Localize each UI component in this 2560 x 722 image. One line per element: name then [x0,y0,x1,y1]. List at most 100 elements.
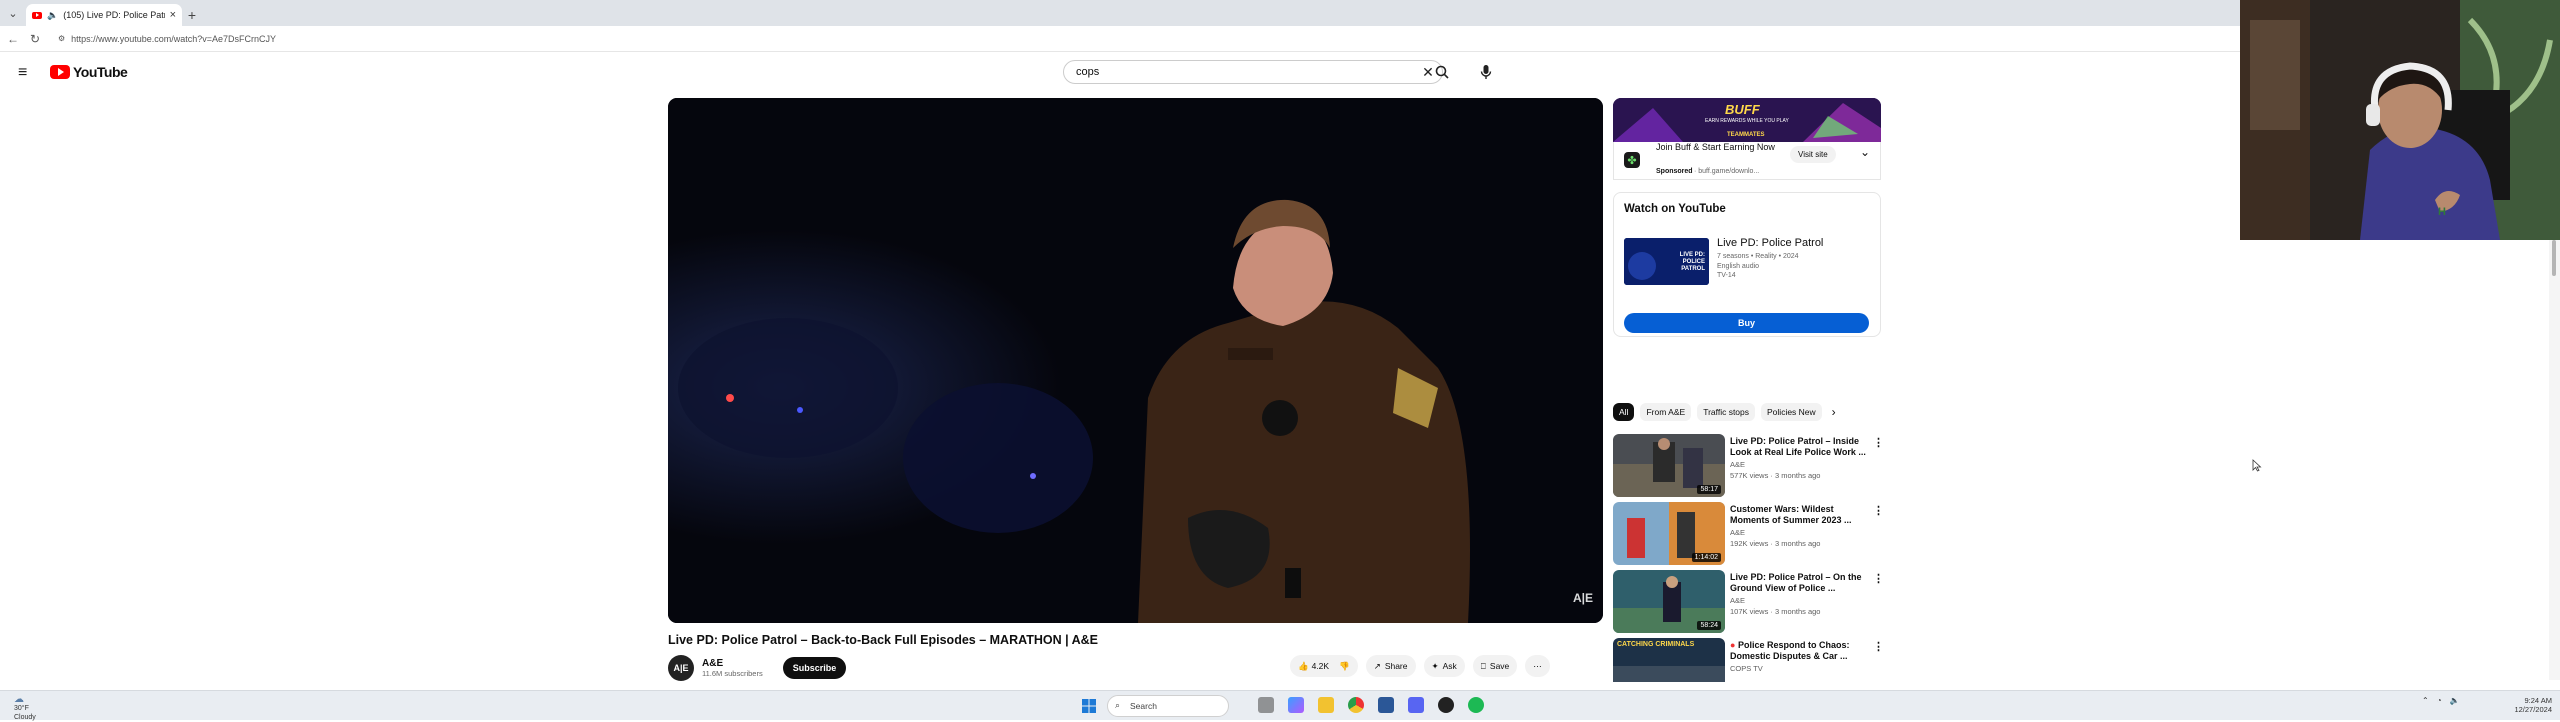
ad-details[interactable]: ✤ Join Buff & Start Earning Now Sponsore… [1613,142,1881,180]
recommendation-channel[interactable]: A&E [1730,460,1870,469]
share-icon: ↗ [1373,660,1381,671]
scrollbar-thumb[interactable] [2552,240,2556,276]
recommendation-item[interactable]: 58:24 Live PD: Police Patrol – On the Gr… [1613,570,1893,638]
search-box[interactable]: cops ✕ [1063,60,1443,84]
taskbar-search-placeholder: Search [1130,701,1157,711]
recommendation-thumbnail[interactable]: 1:14:02 [1613,502,1725,565]
recommendation-more-icon[interactable]: ⋮ [1873,436,1884,449]
new-tab-icon[interactable]: + [182,4,202,26]
browser-tab-active[interactable]: 🔈 (105) Live PD: Police Patrol - × [26,4,182,26]
recommendation-title[interactable]: Live PD: Police Patrol – Inside Look at … [1730,436,1870,458]
address-bar: ← ↻ ⚙ https://www.youtube.com/watch?v=Ae… [0,26,2240,52]
tab-title: (105) Live PD: Police Patrol - [63,10,164,20]
network-icon[interactable]: ◔ [2437,696,2442,705]
chip-policies-new[interactable]: Policies New [1761,403,1822,421]
show-thumbnail[interactable]: LIVE PD: POLICE PATROL [1624,238,1709,285]
ad-tagline: EARN REWARDS WHILE YOU PLAY [1705,118,1789,124]
recommendation-views: 107K views · 3 months ago [1730,607,1821,616]
hamburger-menu-icon[interactable]: ≡ [18,64,27,82]
recommendation-more-icon[interactable]: ⋮ [1873,572,1884,585]
speaker-icon[interactable]: 🔈 [47,10,58,21]
windows-start-icon[interactable] [1082,699,1096,713]
recommendation-title[interactable]: Customer Wars: Wildest Moments of Summer… [1730,504,1870,526]
recommendation-title[interactable]: Live PD: Police Patrol – On the Ground V… [1730,572,1870,594]
chip-all[interactable]: All [1613,403,1635,421]
recommendation-item[interactable]: CATCHING CRIMINALS ● Police Respond to C… [1613,638,1893,682]
chrome-icon[interactable] [1348,697,1364,713]
bookmark-icon: ⎕ [1480,660,1486,671]
volume-icon[interactable]: 🔈 [2450,696,2460,705]
reload-icon[interactable]: ↻ [26,32,44,46]
recommendation-text: Live PD: Police Patrol – On the Ground V… [1730,572,1870,616]
chips-next-chevron-icon[interactable]: › [1832,405,1836,419]
channel-name[interactable]: A&E [702,658,763,669]
buy-button[interactable]: Buy [1624,313,1869,333]
ask-label: Ask [1442,661,1457,671]
url-text: https://www.youtube.com/watch?v=Ae7DsFCr… [71,33,277,44]
voice-search-button[interactable] [1474,60,1498,84]
taskbar-clock[interactable]: 9:24 AM 12/27/2024 [2506,696,2552,714]
share-button[interactable]: ↗ Share [1365,655,1416,677]
youtube-play-icon [50,65,70,79]
show-title[interactable]: Live PD: Police Patrol [1717,237,1823,249]
recommendation-more-icon[interactable]: ⋮ [1873,504,1884,517]
like-button[interactable]: 👍 4.2K [1298,661,1329,672]
tray-chevron-icon[interactable]: ⌃ [2422,696,2429,705]
visit-site-button[interactable]: Visit site [1790,146,1836,163]
recommendation-item[interactable]: 1:14:02 Customer Wars: Wildest Moments o… [1613,502,1893,570]
subscribe-button[interactable]: Subscribe [782,657,847,679]
youtube-logo[interactable]: YouTube [50,64,128,80]
store-icon[interactable] [1378,697,1394,713]
discord-icon[interactable] [1408,697,1424,713]
close-tab-icon[interactable]: × [170,9,176,21]
recommendation-channel[interactable]: A&E [1730,528,1870,537]
file-explorer-icon[interactable] [1318,697,1334,713]
show-info: Live PD: Police Patrol 7 seasons • Reali… [1717,237,1823,281]
recommendation-item[interactable]: 58:17 Live PD: Police Patrol – Inside Lo… [1613,434,1893,502]
show-meta-line-2: English audio [1717,262,1760,270]
channel-avatar[interactable]: A|E [668,655,694,681]
clock-date: 12/27/2024 [2514,705,2552,714]
show-thumbnail-text: LIVE PD: POLICE PATROL [1679,252,1705,272]
back-icon[interactable]: ← [4,32,22,46]
buff-logo-icon: ✤ [1624,152,1640,168]
recommendation-channel[interactable]: COPS TV [1730,664,1870,673]
spotify-icon[interactable] [1468,697,1484,713]
ask-button[interactable]: ✦ Ask [1423,655,1465,677]
show-rating: TV-14 [1717,272,1736,279]
ad-domain: · buff.game/downlo... [1694,168,1760,175]
like-count: 4.2K [1311,661,1330,671]
obs-icon[interactable] [1438,697,1454,713]
copilot-icon[interactable] [1288,697,1304,713]
search-input[interactable]: cops [1076,66,1414,78]
ad-expand-chevron-icon[interactable]: ⌄ [1860,145,1870,159]
site-info-icon[interactable]: ⚙ [58,34,65,43]
recommendation-thumbnail[interactable]: 58:24 [1613,570,1725,633]
recommendation-title[interactable]: ● Police Respond to Chaos: Domestic Disp… [1730,640,1870,662]
ad-banner[interactable]: BUFF EARN REWARDS WHILE YOU PLAY TEAMMAT… [1613,98,1881,142]
taskbar-search[interactable]: ⌕ Search [1107,695,1229,717]
search-button[interactable] [1428,60,1456,84]
youtube-header: ≡ YouTube cops ✕ [0,54,2240,90]
live-dot-icon: ● [1730,640,1738,650]
recommendation-channel[interactable]: A&E [1730,596,1870,605]
recommendation-thumbnail[interactable]: 58:17 [1613,434,1725,497]
system-tray: ⌃ ◔ 🔈 [2422,696,2460,705]
save-button[interactable]: ⎕ Save [1472,655,1518,677]
page-scrollbar[interactable] [2549,240,2560,680]
task-view-icon[interactable] [1258,697,1274,713]
recommendations-list: 58:17 Live PD: Police Patrol – Inside Lo… [1613,434,1893,682]
video-actions: 👍 4.2K 👎 ↗ Share ✦ Ask ⎕ Save ⋯ [1290,655,1550,677]
more-horizontal-icon: ⋯ [1533,660,1542,671]
chip-from-ae[interactable]: From A&E [1640,403,1692,421]
more-actions-button[interactable]: ⋯ [1525,655,1550,677]
tab-list-chevron-icon[interactable]: ⌄ [0,0,26,26]
video-player[interactable]: A|E [668,98,1603,623]
recommendation-more-icon[interactable]: ⋮ [1873,640,1884,653]
url-field[interactable]: ⚙ https://www.youtube.com/watch?v=Ae7DsF… [52,30,2232,48]
recommendation-thumbnail[interactable]: CATCHING CRIMINALS [1613,638,1725,682]
thumbs-up-icon: 👍 [1298,660,1309,671]
dislike-button[interactable]: 👎 [1339,661,1350,672]
chip-traffic-stops[interactable]: Traffic stops [1697,403,1756,421]
weather-widget[interactable]: ☁ 30°F Cloudy [14,695,36,722]
